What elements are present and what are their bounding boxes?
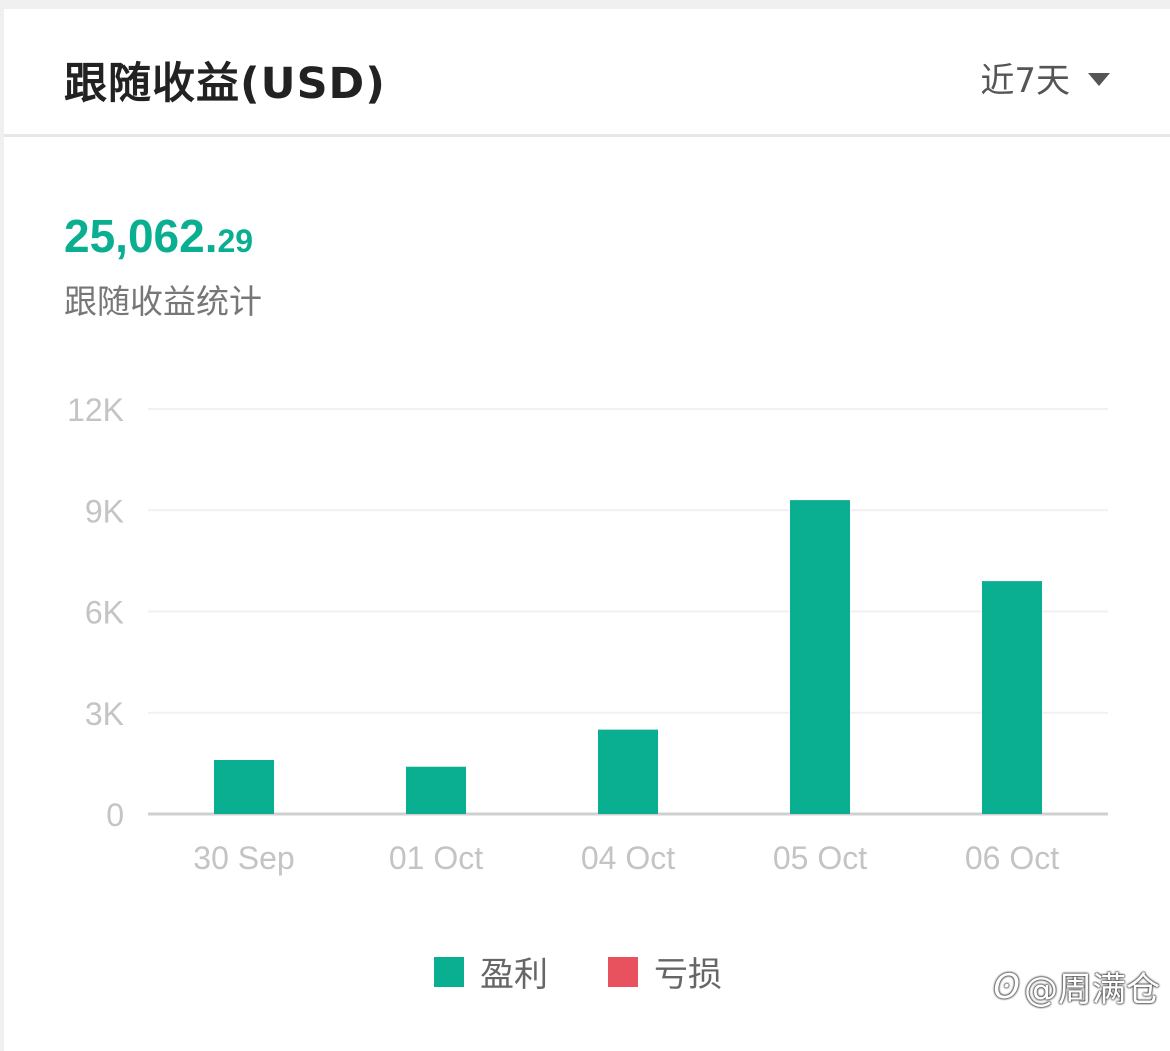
y-tick-label: 12K — [67, 392, 124, 428]
x-tick-label: 30 Sep — [193, 840, 294, 876]
weibo-icon: ʘ — [993, 966, 1020, 1007]
loss-swatch — [608, 956, 638, 987]
x-tick-label: 06 Oct — [965, 840, 1059, 876]
legend-item-loss[interactable]: 亏损 — [608, 947, 722, 996]
y-tick-label: 6K — [85, 595, 124, 631]
legend-label-loss: 亏损 — [654, 955, 722, 995]
bar — [790, 500, 850, 814]
bar — [214, 760, 274, 814]
watermark-text: @周满仓 — [1024, 970, 1160, 1010]
x-tick-label: 01 Oct — [389, 840, 483, 876]
x-tick-label: 04 Oct — [581, 840, 675, 876]
profit-swatch — [434, 956, 464, 987]
earnings-card: 跟随收益(USD) 近7天 25,062.29 跟随收益统计 0 3K 6K 9K 12… — [4, 9, 1170, 1051]
watermark: ʘ @周满仓 — [993, 962, 1160, 1011]
legend-label-profit: 盈利 — [480, 955, 548, 995]
y-tick-label: 0 — [106, 797, 124, 833]
y-tick-label: 9K — [85, 493, 124, 529]
bar — [406, 766, 466, 814]
earnings-bar-chart: 0 3K 6K 9K 12K 30 Sep 01 Oct 04 Oct 05 Oct 06 Oct — [67, 392, 1108, 876]
chart-legend: 盈利 亏损 — [434, 947, 782, 996]
x-tick-label: 05 Oct — [773, 840, 867, 876]
legend-item-profit[interactable]: 盈利 — [434, 947, 548, 996]
y-tick-label: 3K — [85, 696, 124, 732]
bar — [982, 581, 1042, 814]
bar — [598, 729, 658, 814]
